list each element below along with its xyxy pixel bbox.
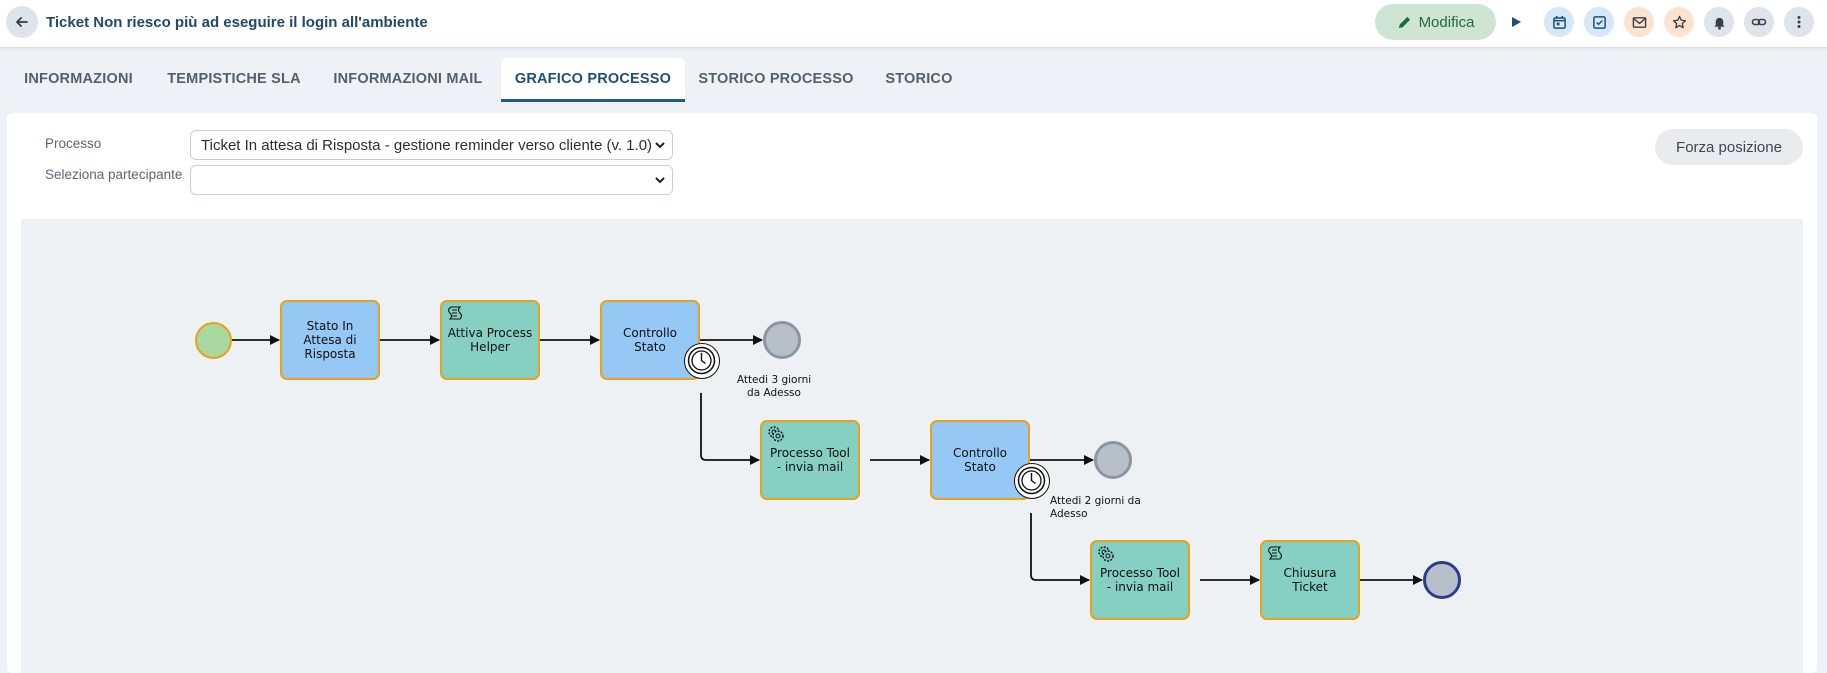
pencil-icon [1398,16,1410,28]
link-button[interactable] [1744,7,1774,37]
end-event[interactable] [1094,441,1132,479]
calendar-icon [1552,15,1566,29]
arrow-left-icon [16,17,28,27]
tab-informazioni[interactable]: INFORMAZIONI [10,58,147,102]
notifications-button[interactable] [1704,7,1734,37]
tab-informazioni-mail[interactable]: INFORMAZIONI MAIL [322,58,494,102]
play-button[interactable] [1501,7,1531,37]
mail-button[interactable] [1624,7,1654,37]
play-icon [1512,17,1521,27]
partecipante-label: Seleziona partecipante [45,167,183,182]
processo-label: Processo [45,136,102,151]
tab-storico-processo[interactable]: STORICO PROCESSO [694,58,858,102]
service-gear-icon [1098,546,1114,562]
app-header: Ticket Non riesco più ad eseguire il log… [0,0,1827,48]
tab-bar: INFORMAZIONI TEMPISTICHE SLA INFORMAZION… [0,58,1827,102]
task-chiusura-ticket[interactable]: Chiusura Ticket [1260,540,1360,620]
task-label: Chiusura Ticket [1283,566,1337,594]
calendar-button[interactable] [1544,7,1574,37]
task-stato-in-attesa[interactable]: Stato In Attesa di Risposta [280,300,380,380]
back-button[interactable] [6,6,38,38]
tab-grafico-processo[interactable]: GRAFICO PROCESSO [501,58,685,102]
modifica-label: Modifica [1418,13,1475,31]
processo-select[interactable]: Ticket In attesa di Risposta - gestione … [190,130,673,160]
partecipante-select[interactable] [190,165,673,195]
task-label: Stato In Attesa di Risposta [303,319,357,361]
checklist-icon [1592,15,1606,29]
checklist-button[interactable] [1584,7,1614,37]
more-options-button[interactable] [1784,7,1814,37]
script-icon [448,306,463,320]
processo-select-value: Ticket In attesa di Risposta - gestione … [201,137,653,154]
task-attiva-process-helper[interactable]: Attiva Process Helper [440,300,540,380]
forza-posizione-button[interactable]: Forza posizione [1655,129,1803,165]
flow-line [700,393,760,465]
chevron-down-icon [655,142,665,149]
chevron-down-icon [655,177,665,184]
final-end-event[interactable] [1423,561,1461,599]
star-button[interactable] [1664,7,1694,37]
tab-storico[interactable]: STORICO [877,58,961,102]
sequence-flows [232,335,1423,585]
service-gear-icon [768,426,784,442]
end-event[interactable] [763,321,801,359]
page-title: Ticket Non riesco più ad eseguire il log… [46,14,428,31]
timer-boundary-event[interactable] [684,343,720,379]
more-vertical-icon [1797,16,1801,28]
start-event[interactable] [195,322,232,359]
bell-icon [1713,17,1725,30]
flow-line [1030,513,1090,585]
clock-icon [687,346,716,375]
task-label: Processo Tool - invia mail [770,446,850,474]
task-processo-tool-invia-mail-1[interactable]: Processo Tool - invia mail [760,420,860,500]
script-icon [1268,546,1283,560]
task-processo-tool-invia-mail-2[interactable]: Processo Tool - invia mail [1090,540,1190,620]
star-icon [1672,15,1686,28]
mail-icon [1632,16,1646,28]
clock-icon [1017,466,1046,495]
timer-label: Attedi 2 giorni da Adesso [1050,495,1141,520]
task-label: Processo Tool - invia mail [1100,566,1180,594]
tab-tempistiche-sla[interactable]: TEMPISTICHE SLA [158,58,310,102]
timer-label: Attedi 3 giorni da Adesso [736,374,812,399]
bpmn-diagram[interactable]: Stato In Attesa di Risposta Attiva Proce… [21,219,1803,673]
modifica-button[interactable]: Modifica [1375,4,1496,40]
task-label: Controllo Stato [952,446,1008,474]
link-icon [1751,18,1767,26]
timer-boundary-event[interactable] [1014,463,1050,499]
task-label: Attiva Process Helper [447,326,533,354]
process-graph-panel: Processo Ticket In attesa di Risposta - … [7,113,1817,673]
task-label: Controllo Stato [622,326,678,354]
